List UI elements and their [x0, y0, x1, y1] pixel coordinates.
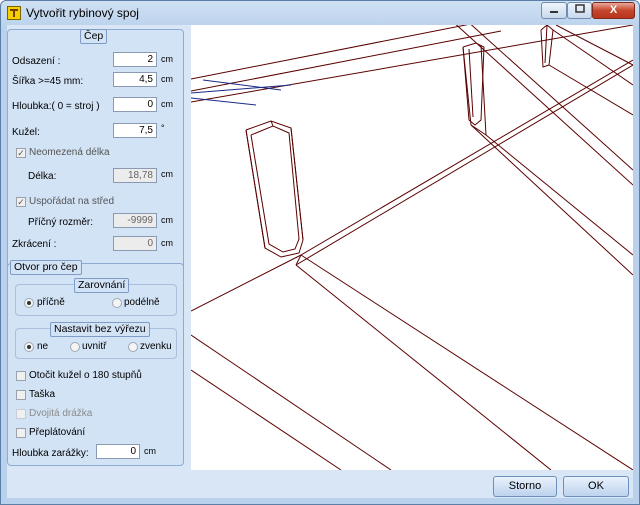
hloubka-label: Hloubka:( 0 = stroj ): [12, 101, 100, 112]
maximize-button[interactable]: [567, 2, 592, 19]
usporadat-label: Uspořádat na střed: [29, 196, 115, 207]
zarovnani-group: Zarovnání příčně podélně: [15, 278, 177, 316]
uvnitr-label: uvnitř: [82, 341, 107, 352]
delka-unit: cm: [161, 169, 173, 179]
dvojita-label: Dvojitá drážka: [29, 408, 93, 419]
zarovnani-legend: Zarovnání: [74, 278, 130, 293]
storno-button[interactable]: Storno: [493, 476, 557, 497]
pricny-input[interactable]: -9999: [113, 213, 157, 228]
zkraceni-unit: cm: [161, 238, 173, 248]
zvenku-label: zvenku: [140, 341, 172, 352]
hloubka-zarazky-input[interactable]: 0: [96, 444, 140, 459]
otvor-panel: Otvor pro čep Zarovnání příčně podélně N…: [7, 260, 184, 466]
pricne-label: příčně: [37, 297, 65, 308]
minimize-button[interactable]: [541, 2, 567, 19]
ne-radio[interactable]: [24, 342, 34, 352]
zvenku-radio[interactable]: [128, 342, 138, 352]
sirka-label: Šířka >=45 mm:: [12, 76, 84, 87]
pricny-label: Příčný rozměr:: [28, 217, 94, 228]
zkraceni-input[interactable]: 0: [113, 236, 157, 251]
otocit-checkbox[interactable]: [16, 371, 26, 381]
odsazeni-input[interactable]: 2: [113, 52, 157, 67]
neomezena-label: Neomezená délka: [29, 147, 110, 158]
delka-label: Délka:: [28, 171, 57, 182]
uvnitr-radio[interactable]: [70, 342, 80, 352]
nastavit-legend: Nastavit bez výřezu: [50, 322, 150, 337]
neomezena-checkbox[interactable]: ✓: [16, 148, 26, 158]
odsazeni-unit: cm: [161, 54, 173, 64]
hloubka-unit: cm: [161, 99, 173, 109]
hloubka-zarazky-unit: cm: [144, 446, 156, 456]
otvor-legend: Otvor pro čep: [10, 260, 82, 275]
hloubka-zarazky-label: Hloubka zarážky:: [12, 448, 89, 459]
otocit-label: Otočit kužel o 180 stupňů: [29, 370, 142, 381]
minimize-icon: [550, 11, 558, 13]
wireframe-preview: [191, 25, 633, 470]
nastavit-group: Nastavit bez výřezu ne uvnitř zvenku: [15, 322, 177, 359]
kuzel-input[interactable]: 7,5: [113, 123, 157, 138]
preplatovani-checkbox[interactable]: [16, 428, 26, 438]
close-icon: X: [609, 4, 618, 16]
podelne-label: podélně: [124, 297, 160, 308]
hloubka-input[interactable]: 0: [113, 97, 157, 112]
sirka-unit: cm: [161, 74, 173, 84]
cep-panel: Čep Odsazení : 2 cm Šířka >=45 mm: 4,5 c…: [7, 29, 184, 279]
preview-viewport[interactable]: [191, 25, 633, 470]
window-title: Vytvořit rybinový spoj: [26, 6, 139, 20]
dvojita-checkbox[interactable]: [16, 409, 26, 419]
close-button[interactable]: X: [592, 2, 635, 19]
app-icon: [7, 6, 21, 20]
ok-button[interactable]: OK: [563, 476, 629, 497]
taska-checkbox[interactable]: [16, 390, 26, 400]
pricne-radio[interactable]: [24, 298, 34, 308]
cep-legend: Čep: [80, 29, 108, 44]
sirka-input[interactable]: 4,5: [113, 72, 157, 87]
odsazeni-label: Odsazení :: [12, 56, 61, 67]
dialog-body: Čep Odsazení : 2 cm Šířka >=45 mm: 4,5 c…: [7, 25, 633, 498]
zkraceni-label: Zkrácení :: [12, 239, 57, 250]
preplatovani-label: Přeplátování: [29, 427, 86, 438]
taska-label: Taška: [29, 389, 56, 400]
kuzel-label: Kužel:: [12, 127, 40, 138]
dialog-window: Vytvořit rybinový spoj X Čep Odsazení : …: [0, 0, 640, 505]
delka-input[interactable]: 18,78: [113, 168, 157, 183]
pricny-unit: cm: [161, 215, 173, 225]
usporadat-checkbox[interactable]: ✓: [16, 197, 26, 207]
ne-label: ne: [37, 341, 49, 352]
kuzel-unit: °: [161, 123, 165, 133]
maximize-icon: [574, 4, 585, 13]
title-bar[interactable]: Vytvořit rybinový spoj X: [1, 1, 639, 25]
podelne-radio[interactable]: [112, 298, 122, 308]
